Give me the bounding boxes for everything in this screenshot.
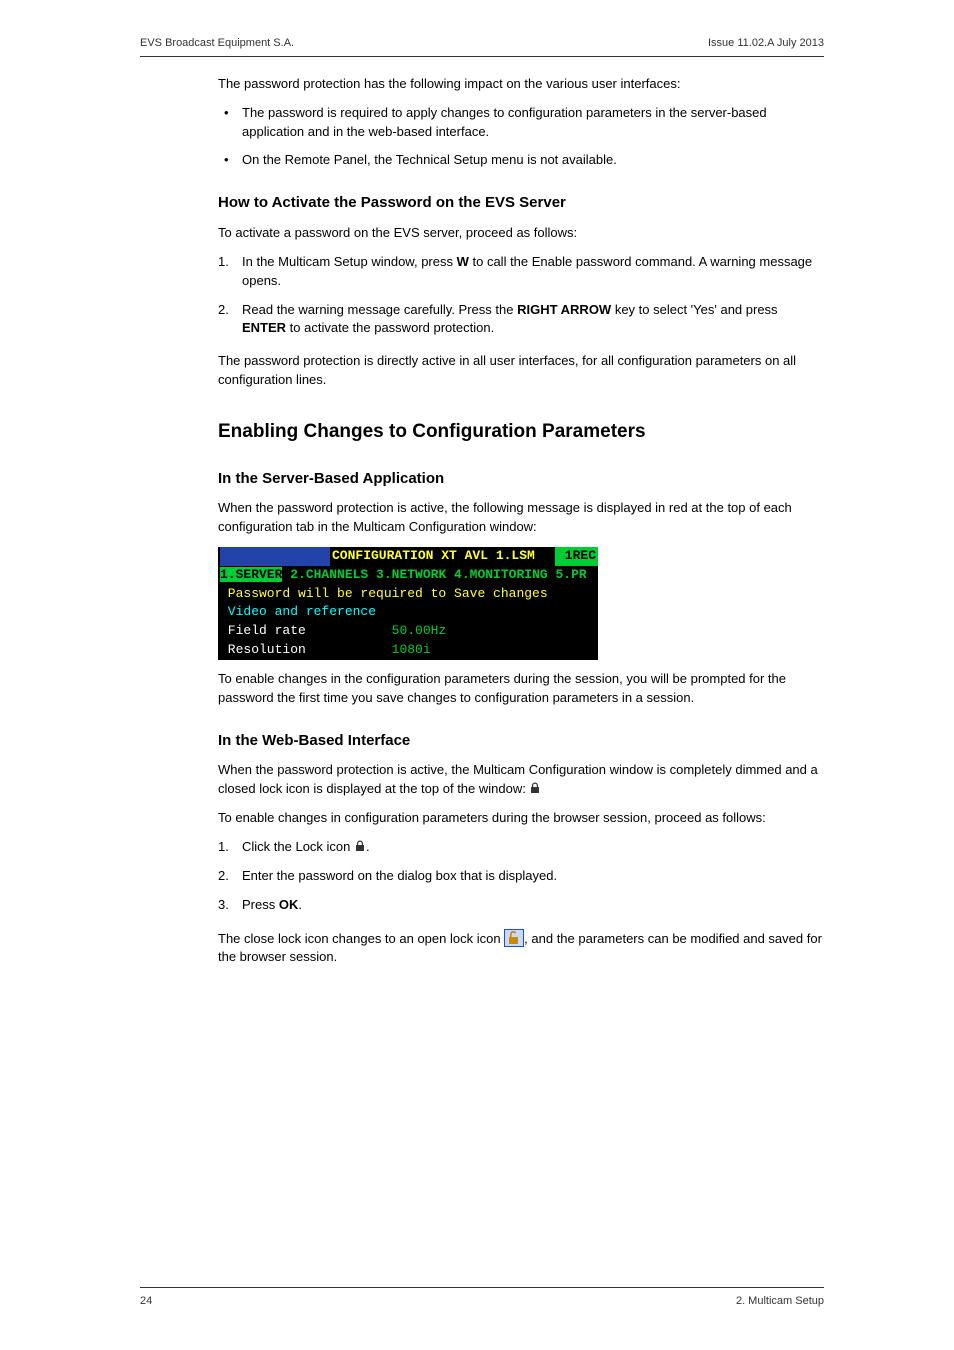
server-app-p2: To enable changes in the configuration p… bbox=[218, 670, 824, 708]
key-enter: ENTER bbox=[242, 320, 286, 335]
terminal-field-rate: Field rate 50.00Hz bbox=[218, 622, 598, 641]
page-footer: 24 2. Multicam Setup bbox=[140, 1294, 824, 1310]
intro-paragraph: The password protection has the followin… bbox=[218, 75, 824, 94]
key-ok: OK bbox=[279, 897, 299, 912]
terminal-title: CONFIGURATION XT AVL 1.LSM 1REC bbox=[218, 547, 598, 566]
web-step-3: Press OK. bbox=[218, 896, 824, 915]
header-left: EVS Broadcast Equipment S.A. bbox=[140, 36, 294, 52]
activate-step-1: In the Multicam Setup window, press W to… bbox=[218, 253, 824, 291]
terminal-rec-badge: 1REC bbox=[555, 547, 598, 566]
page-header: EVS Broadcast Equipment S.A. Issue 11.02… bbox=[140, 36, 824, 52]
intro-bullet-1: The password is required to apply change… bbox=[218, 104, 824, 142]
terminal-tabs: 1.SERVER 2.CHANNELS 3.NETWORK 4.MONITORI… bbox=[218, 566, 598, 585]
activate-heading: How to Activate the Password on the EVS … bbox=[218, 192, 824, 214]
web-p1: When the password protection is active, … bbox=[218, 761, 824, 799]
activate-outro: The password protection is directly acti… bbox=[218, 352, 824, 390]
activate-step-2-b: key to select 'Yes' and press bbox=[611, 302, 777, 317]
server-app-heading: In the Server-Based Application bbox=[218, 468, 824, 490]
web-step-1: Click the Lock icon . bbox=[218, 838, 824, 857]
footer-section: 2. Multicam Setup bbox=[736, 1294, 824, 1310]
activate-step-2-a: Read the warning message carefully. Pres… bbox=[242, 302, 517, 317]
terminal-title-text: CONFIGURATION XT AVL 1.LSM bbox=[330, 547, 555, 566]
activate-step-2-c: to activate the password protection. bbox=[286, 320, 494, 335]
activate-step-2: Read the warning message carefully. Pres… bbox=[218, 301, 824, 339]
terminal-field-rate-label: Field rate bbox=[220, 623, 392, 638]
web-p2: To enable changes in configuration param… bbox=[218, 809, 824, 828]
web-steps: Click the Lock icon . Enter the password… bbox=[218, 838, 824, 915]
lock-closed-icon bbox=[529, 782, 541, 794]
web-step-3-b: . bbox=[298, 897, 302, 912]
web-step-1-text: Click the Lock icon bbox=[242, 839, 354, 854]
key-w: W bbox=[457, 254, 469, 269]
activate-intro: To activate a password on the EVS server… bbox=[218, 224, 824, 243]
page-content: The password protection has the followin… bbox=[218, 75, 824, 1247]
server-app-p1: When the password protection is active, … bbox=[218, 499, 824, 537]
intro-bullet-2: On the Remote Panel, the Technical Setup… bbox=[218, 151, 824, 170]
key-right-arrow: RIGHT ARROW bbox=[517, 302, 611, 317]
web-p3-a: The close lock icon changes to an open l… bbox=[218, 931, 504, 946]
terminal-resolution: Resolution 1080i bbox=[218, 641, 598, 660]
lock-closed-icon bbox=[354, 840, 366, 852]
terminal-resolution-value: 1080i bbox=[392, 642, 431, 657]
web-step-2: Enter the password on the dialog box tha… bbox=[218, 867, 824, 886]
terminal-tabs-rest: 2.CHANNELS 3.NETWORK 4.MONITORING 5.PR bbox=[282, 567, 586, 582]
terminal-warning: Password will be required to Save change… bbox=[218, 585, 598, 604]
terminal-resolution-label: Resolution bbox=[220, 642, 392, 657]
terminal-screenshot: CONFIGURATION XT AVL 1.LSM 1REC 1.SERVER… bbox=[218, 547, 598, 660]
web-p1-text: When the password protection is active, … bbox=[218, 762, 818, 796]
web-interface-heading: In the Web-Based Interface bbox=[218, 730, 824, 752]
web-p3: The close lock icon changes to an open l… bbox=[218, 929, 824, 968]
lock-open-icon bbox=[504, 929, 524, 947]
page-number: 24 bbox=[140, 1294, 152, 1310]
web-step-1-b: . bbox=[366, 839, 370, 854]
intro-bullets: The password is required to apply change… bbox=[218, 104, 824, 171]
terminal-field-rate-value: 50.00Hz bbox=[392, 623, 447, 638]
terminal-tab-selected: 1.SERVER bbox=[220, 567, 282, 582]
web-step-3-a: Press bbox=[242, 897, 279, 912]
header-right: Issue 11.02.A July 2013 bbox=[708, 36, 824, 52]
enabling-heading: Enabling Changes to Configuration Parame… bbox=[218, 418, 824, 446]
terminal-section: Video and reference bbox=[218, 603, 598, 622]
activate-step-1-a: In the Multicam Setup window, press bbox=[242, 254, 457, 269]
activate-steps: In the Multicam Setup window, press W to… bbox=[218, 253, 824, 338]
